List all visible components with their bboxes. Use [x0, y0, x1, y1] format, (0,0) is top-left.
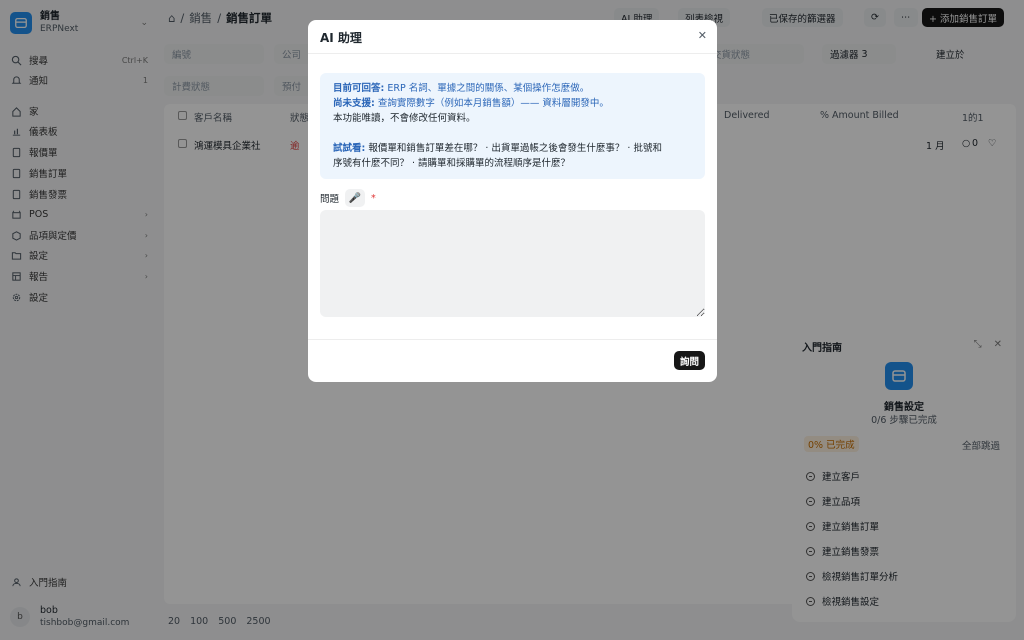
try-examples-line1: 報價單和銷售訂單差在哪？ · 出貨單過帳之後會發生什麼事？ · 批號和 [368, 143, 662, 154]
ask-button[interactable]: 詢問 [673, 351, 705, 370]
dialog-footer-divider [308, 339, 717, 340]
question-label: 問題 [320, 194, 340, 205]
question-input[interactable] [320, 210, 705, 317]
try-label: 試試看: [333, 143, 366, 154]
not-supported-text: 查詢實際數字（例如本月銷售額）—— 資料層開發中。 [377, 98, 609, 109]
can-answer-text: ERP 名詞、單據之間的關係、某個操作怎麼做。 [387, 83, 590, 94]
dialog-divider [308, 53, 717, 54]
can-answer-label: 目前可回答: [333, 83, 385, 94]
microphone-icon[interactable]: 🎤 [345, 189, 366, 207]
close-icon[interactable]: ✕ [698, 29, 707, 42]
question-field-label: 問題 🎤 * [320, 189, 376, 207]
not-supported-label: 尚未支援: [333, 98, 375, 109]
readonly-note: 本功能唯讀，不會修改任何資料。 [333, 113, 476, 124]
required-marker: * [371, 192, 376, 204]
dialog-title: AI 助理 [320, 31, 362, 45]
ai-assistant-dialog: AI 助理 ✕ 目前可回答: ERP 名詞、單據之間的關係、某個操作怎麼做。 尚… [308, 20, 717, 382]
info-box: 目前可回答: ERP 名詞、單據之間的關係、某個操作怎麼做。 尚未支援: 查詢實… [320, 73, 705, 179]
try-examples-line2: 序號有什麼不同？ · 請購單和採購單的流程順序是什麼？ [333, 158, 571, 169]
